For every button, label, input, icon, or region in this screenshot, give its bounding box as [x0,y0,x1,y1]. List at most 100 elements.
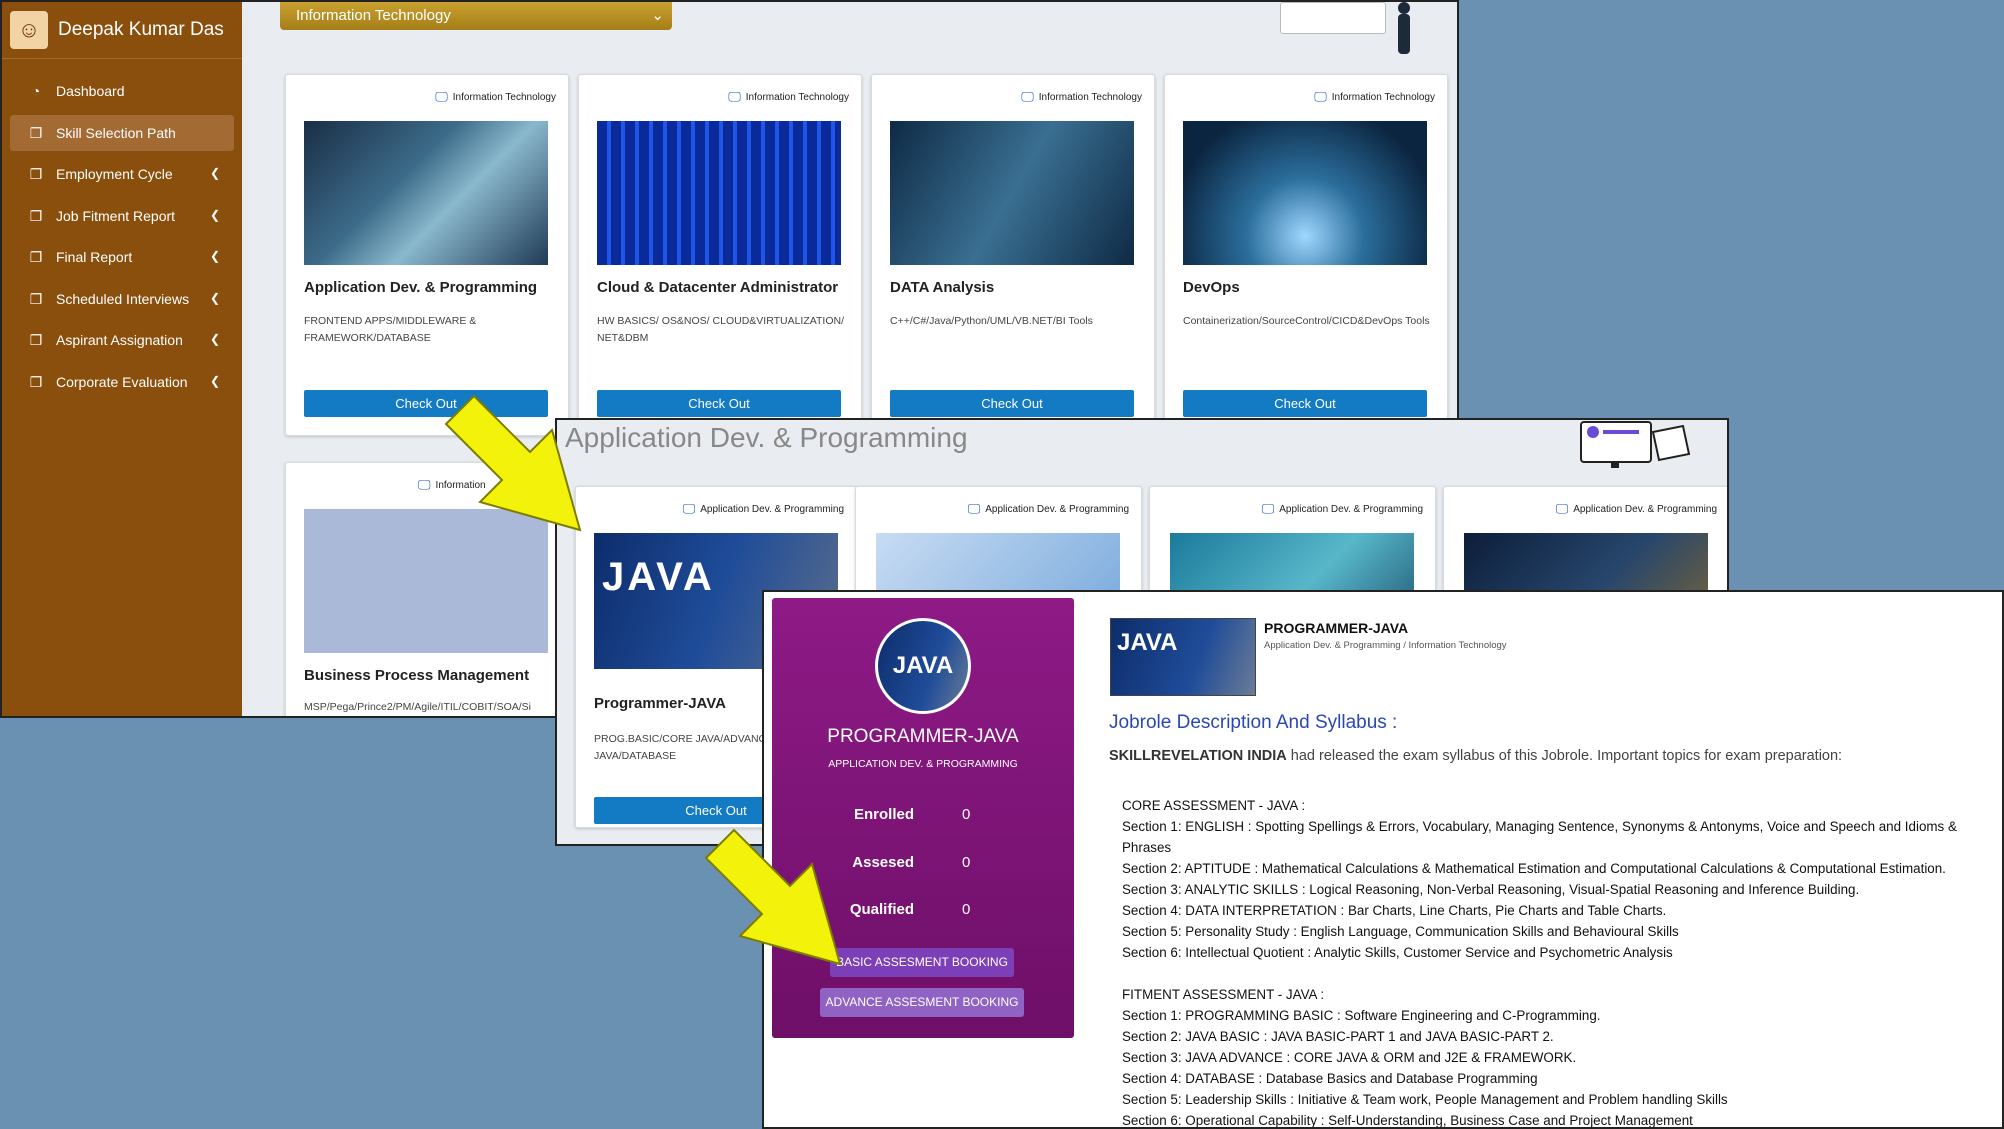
card-category: 🖵 Information Technology [435,89,556,105]
arrow-pointer-icon [704,828,842,966]
syllabus-line: Section 6: Operational Capability : Self… [1122,1113,1693,1128]
syllabus-line: Section 4: DATABASE : Database Basics an… [1122,1071,1538,1086]
chevron-left-icon: ❮ [209,249,220,263]
card-title: DevOps [1183,279,1240,296]
sidebar-item-label: Final Report [56,249,133,265]
jobrole-breadcrumb: Application Dev. & Programming / Informa… [1264,640,1507,651]
card-description: HW BASICS/ OS&NOS/ CLOUD&VIRTUALIZATION/… [597,315,844,344]
sidebar-item-employment-cycle[interactable]: ❐ Employment Cycle ❮ [10,156,234,192]
monitor-icon: 🖵 [418,477,431,492]
card-description: C++/C#/Java/Python/UML/VB.NET/BI Tools [890,315,1093,327]
sidebar-item-label: Employment Cycle [56,166,173,182]
sidebar-item-label: Job Fitment Report [56,207,176,224]
page-title: Application Dev. & Programming [565,422,968,453]
card-category-label: Application Dev. & Programming [1279,503,1423,515]
copy-icon: ❐ [29,207,43,224]
card-description: FRONTEND APPS/MIDDLEWARE & FRAMEWORK/DAT… [304,315,477,344]
card-title: Application Dev. & Programming [304,279,538,296]
card-category-label: Application Dev. & Programming [700,503,844,515]
card-description: Containerization/SourceControl/CICD&DevO… [1183,315,1430,327]
stat-label: Enrolled [853,806,914,823]
computer-illustration [1580,421,1691,468]
jobrole-name: PROGRAMMER-JAVA [827,726,1019,747]
copy-icon: ❐ [29,249,43,265]
chevron-down-icon: ⌄ [651,7,664,24]
sidebar-item-label: Scheduled Interviews [56,290,190,307]
syllabus-line: Section 5: Leadership Skills : Initiativ… [1122,1092,1728,1107]
chevron-left-icon: ❮ [209,332,220,346]
card-title: Cloud & Datacenter Administrator [597,279,839,296]
stat-label: Qualified [849,901,914,918]
basic-assessment-booking-button[interactable]: BASIC ASSESMENT BOOKING [830,948,1014,977]
check-out-button[interactable]: Check Out [597,390,841,417]
card-category-label: Application Dev. & Programming [985,503,1129,515]
jobrole-avatar: JAVA [875,618,971,714]
sidebar-item-aspirant-assignation[interactable]: ❐ Aspirant Assignation ❮ [10,322,234,358]
syllabus-line: Section 2: APTITUDE : Mathematical Calcu… [1122,861,1946,876]
sidebar-item-label: Dashboard [56,83,125,99]
sidebar-item-scheduled-interviews[interactable]: ❐ Scheduled Interviews ❮ [10,281,234,317]
card-image [597,121,841,265]
card-category-label: Information Technology [745,91,849,103]
check-out-button[interactable]: Check Out [1183,390,1427,417]
sidebar-item-job-fitment-report[interactable]: ❐ Job Fitment Report ❮ [10,198,234,234]
arrow-pointer-icon [444,394,582,532]
syllabus-line: Section 3: JAVA ADVANCE : CORE JAVA & OR… [1122,1050,1577,1065]
monitor-icon: 🖵 [682,501,696,516]
stat-value: 0 [962,901,971,918]
monitor-icon: 🖵 [1555,501,1569,516]
check-out-button[interactable]: Check Out [890,390,1134,417]
syllabus-line: Section 3: ANALYTIC SKILLS : Logical Rea… [1122,882,1860,897]
domain-select[interactable]: Information Technology ⌄ [280,2,672,30]
intro-text: had released the exam syllabus of this J… [1286,748,1843,764]
card-category: 🖵 Information Technology [728,89,849,105]
jobrole-detail-window: JAVA PROGRAMMER-JAVA APPLICATION DEV. & … [762,590,2004,1129]
stat-value: 0 [962,854,971,871]
syllabus-line: Section 4: DATA INTERPRETATION : Bar Cha… [1122,903,1667,918]
advance-assessment-booking-button[interactable]: ADVANCE ASSESMENT BOOKING [820,988,1024,1017]
stat-value: 0 [962,806,971,823]
syllabus-line: Phrases [1122,840,1172,855]
card-category: 🖵 Application Dev. & Programming [1556,501,1717,517]
copy-icon: ❐ [29,290,43,307]
skill-card: 🖵 Information Technology Cloud & Datacent… [578,74,862,436]
chevron-left-icon: ❮ [209,166,220,180]
skill-card: 🖵 Information Technology DATA Analysis C+… [871,74,1155,436]
syllabus-line: Section 2: JAVA BASIC : JAVA BASIC-PART … [1122,1029,1554,1044]
card-category: 🖵 Application Dev. & Programming [968,501,1129,517]
sidebar-menu: ◔ Dashboard ❐ Skill Selection Path ❐ Employ… [2,73,242,400]
chevron-left-icon: ❮ [209,290,220,305]
sidebar-item-corporate-evaluation[interactable]: ❐ Corporate Evaluation ❮ [10,364,234,400]
card-category: 🖵 Application Dev. & Programming [683,501,844,517]
sidebar-item-final-report[interactable]: ❐ Final Report ❮ [10,239,234,275]
sidebar-item-dashboard[interactable]: ◔ Dashboard [10,73,234,109]
dashboard-icon: ◔ [31,83,41,99]
syllabus-line: Section 5: Personality Study : English L… [1122,924,1679,939]
copy-icon: ❐ [29,166,43,182]
jobrole-header-title: PROGRAMMER-JAVA [1264,620,1409,636]
org-name: SKILLREVELATION INDIA [1109,748,1287,764]
card-description: MSP/Pega/Prince2/PM/Agile/ITIL/COBIT/SOA… [304,701,531,713]
fitment-assessment-title: FITMENT ASSESSMENT - JAVA : [1122,987,1325,1002]
sidebar-item-skill-selection-path[interactable]: ❐ Skill Selection Path [10,114,234,151]
syllabus-line: Section 6: Intellectual Quotient : Analy… [1122,945,1673,960]
card-category: 🖵 Information Technology [1314,89,1435,105]
skill-card: 🖵 Information Technology Application Dev.… [285,74,569,436]
person-illustration [1398,2,1410,54]
card-category-label: Information Technology [1331,91,1435,103]
user-avatar-icon: ☺ [10,11,48,49]
illustration-board [1280,2,1386,34]
jobrole-summary-panel: JAVA PROGRAMMER-JAVA APPLICATION DEV. & … [772,598,1074,1038]
jobrole-thumbnail: JAVA [1110,618,1256,696]
copy-icon: ❐ [29,124,43,141]
user-name: Deepak Kumar Das [58,19,224,40]
sidebar-item-label: Corporate Evaluation [56,373,188,390]
card-category-label: Information Technology [1038,91,1142,103]
card-category-label: Information Technology [452,91,556,103]
card-image [890,121,1134,265]
monitor-icon: 🖵 [435,89,448,104]
domain-select-value: Information Technology [296,7,451,24]
copy-icon: ❐ [29,373,43,390]
sidebar-item-label: Aspirant Assignation [56,332,183,348]
sidebar: ☺ Deepak Kumar Das ◔ Dashboard ❐ Skill Sel… [2,2,242,716]
